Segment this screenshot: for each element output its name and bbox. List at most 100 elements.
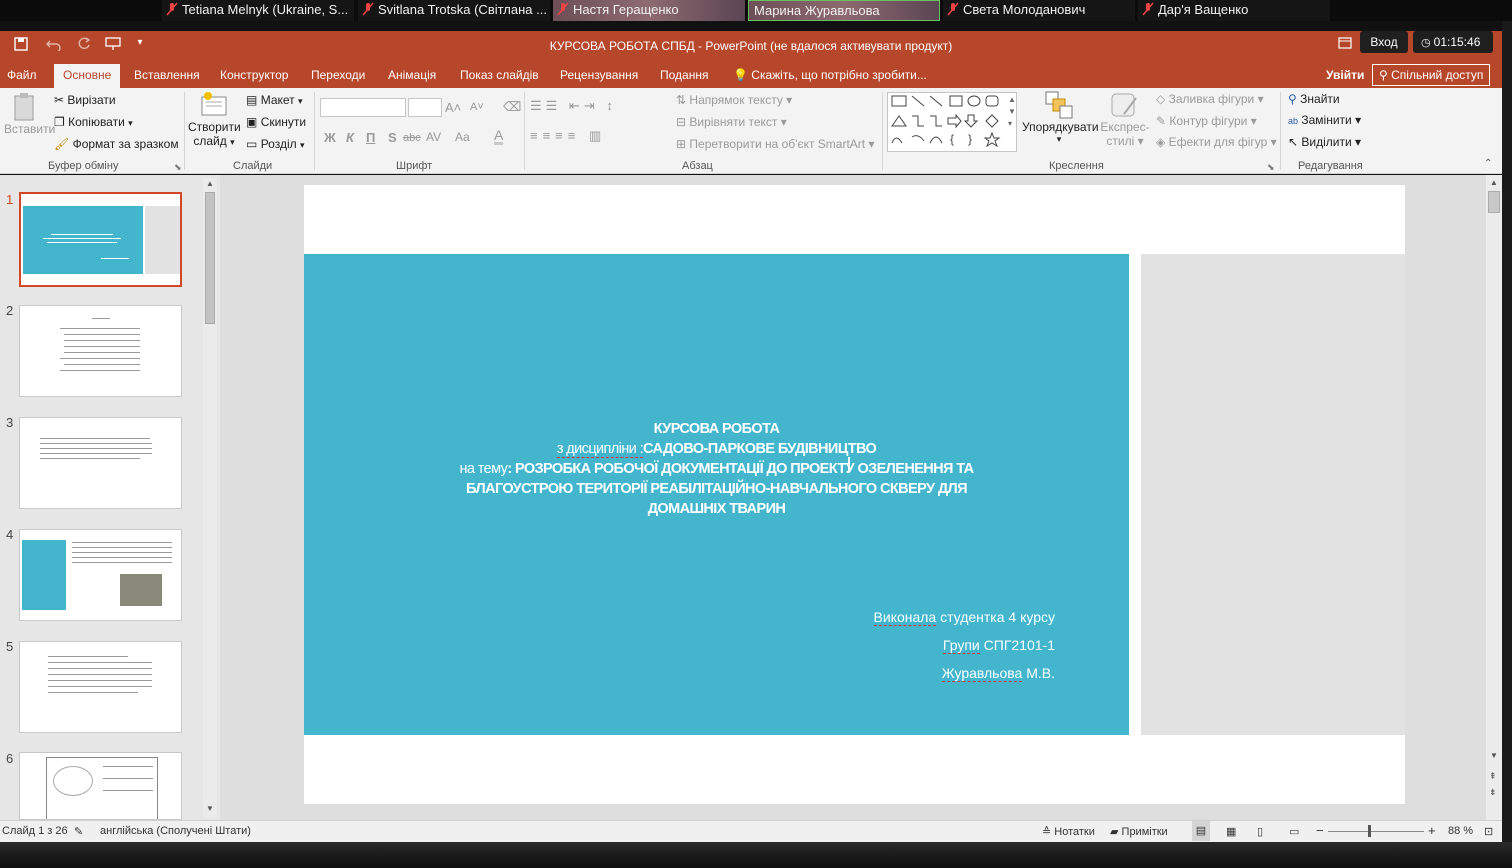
slide-title-line5[interactable]: ДОМАШНІХ ТВАРИН (304, 501, 1129, 517)
scroll-thumb[interactable] (205, 192, 215, 324)
scroll-down-icon[interactable]: ▼ (206, 804, 214, 813)
scroll-down-icon[interactable]: ▼ (1490, 751, 1498, 760)
cut-button[interactable]: ✂ Вирізати (54, 93, 116, 107)
shapes-icon: {} (891, 95, 1001, 148)
slideshow-view-icon[interactable]: ▭ (1289, 825, 1299, 838)
participant-tile[interactable]: Настя Геращенко (553, 0, 745, 21)
shapes-gallery[interactable]: {} (887, 92, 1017, 152)
normal-view-icon[interactable]: ▤ (1192, 821, 1210, 841)
thumb-grey-panel (145, 206, 180, 274)
format-painter-button[interactable]: 🖌 Формат за зразком (54, 137, 179, 151)
slide-thumbnail-4[interactable] (19, 529, 182, 621)
grow-font-button[interactable]: A˄ (445, 100, 461, 115)
underline-button[interactable]: П (366, 130, 375, 145)
dialog-launcher-icon[interactable]: ⬊ (174, 162, 182, 173)
clear-formatting-icon[interactable]: ⌫ (503, 99, 521, 115)
scroll-up-icon[interactable]: ▲ (1490, 178, 1498, 187)
new-slide-button[interactable]: Створити слайд ▾ (188, 90, 241, 148)
list-buttons[interactable]: ☰☰ ⇤⇥ ↕ (530, 98, 617, 114)
participant-tile[interactable]: Tetiana Melnyk (Ukraine, S... (162, 0, 354, 21)
collapse-ribbon-icon[interactable]: ⌃ (1484, 158, 1492, 169)
font-size-combobox[interactable] (408, 98, 442, 117)
slide-thumbnail-1[interactable] (19, 192, 182, 287)
slide-thumbnail-6[interactable] (19, 752, 182, 820)
find-button[interactable]: ⚲ Знайти (1288, 92, 1340, 106)
sign-in-link[interactable]: Увійти (1326, 68, 1364, 82)
next-slide-icon[interactable]: ⇟ (1489, 787, 1497, 798)
alignment-buttons[interactable]: ≡≡≡≡ ▥ (530, 128, 606, 144)
spellcheck-icon[interactable]: ✎ (74, 825, 83, 838)
copy-button[interactable]: ❐ Копіювати ▾ (54, 115, 133, 129)
slide-thumbnail-2[interactable] (19, 305, 182, 397)
reset-button[interactable]: ▣ Скинути (246, 115, 306, 129)
slide-title-line3[interactable]: на тему: РОЗРОБКА РОБОЧОЇ ДОКУМЕНТАЦІЇ Д… (304, 461, 1129, 477)
slide-sorter-icon[interactable]: ▦ (1226, 825, 1236, 838)
font-color-button[interactable]: A (494, 128, 504, 145)
tab-animations[interactable]: Анімація (388, 68, 436, 82)
tab-view[interactable]: Подання (660, 68, 708, 82)
slide-title-line4[interactable]: БЛАГОУСТРОЮ ТЕРИТОРІЇ РЕАБІЛІТАЦІЙНО-НАВ… (304, 481, 1129, 497)
slide-title-line2[interactable]: з дисципліни :САДОВО-ПАРКОВЕ БУДІВНИЦТВО (304, 441, 1129, 458)
italic-button[interactable]: К (346, 130, 354, 145)
participant-tile[interactable]: Света Молоданович (943, 0, 1135, 21)
tab-file[interactable]: Файл (7, 68, 37, 82)
layout-button[interactable]: ▤ Макет ▾ (246, 93, 303, 107)
tab-slideshow[interactable]: Показ слайдів (460, 68, 539, 82)
font-name-combobox[interactable] (320, 98, 406, 117)
tab-home[interactable]: Основне (54, 64, 121, 88)
scroll-up-icon[interactable]: ▲ (206, 179, 214, 188)
tab-review[interactable]: Рецензування (560, 68, 638, 82)
thumbnail-scrollbar[interactable]: ▲ ▼ (203, 178, 217, 818)
smartart-button[interactable]: ⊞ Перетворити на об'єкт SmartArt ▾ (676, 137, 874, 151)
slide-thumbnail-5[interactable] (19, 641, 182, 733)
shape-outline-button[interactable]: ✎ Контур фігури ▾ (1156, 114, 1257, 128)
shape-effects-button[interactable]: ◈ Ефекти для фігур ▾ (1156, 135, 1277, 149)
arrange-button[interactable]: Упорядкувати ▾ (1022, 90, 1099, 145)
section-button[interactable]: ▭ Розділ ▾ (246, 137, 305, 151)
replace-button[interactable]: ab Замінити ▾ (1288, 113, 1361, 127)
scroll-thumb[interactable] (1488, 191, 1500, 213)
shrink-font-button[interactable]: A˅ (470, 101, 484, 113)
slide-thumbnail-3[interactable] (19, 417, 182, 509)
zoom-out-icon[interactable]: − (1316, 823, 1324, 838)
participant-tile-active[interactable]: Марина Журавльова (748, 0, 940, 21)
shadow-button[interactable]: S (388, 130, 397, 145)
author-line3[interactable]: Журавльова М.В. (700, 665, 1055, 682)
char-spacing-button[interactable]: AV (426, 130, 441, 144)
share-button[interactable]: ⚲ Спільний доступ (1372, 64, 1491, 86)
change-case-button[interactable]: Aa (455, 130, 470, 144)
zoom-in-icon[interactable]: + (1428, 823, 1436, 838)
select-button[interactable]: ↖ Виділити ▾ (1288, 135, 1361, 149)
ribbon-display-options-icon[interactable] (1337, 37, 1353, 55)
gallery-scroll-icon[interactable]: ▲ ▼ ▾ (1008, 94, 1016, 130)
zoom-slider-track[interactable] (1328, 831, 1424, 832)
login-button[interactable]: Вход (1360, 31, 1408, 53)
participant-tile[interactable]: Svitlana Trotska (Світлана ... (358, 0, 550, 21)
shape-fill-button[interactable]: ◇ Заливка фігури ▾ (1156, 92, 1264, 106)
paste-button[interactable]: Вставити (4, 92, 55, 136)
tab-design[interactable]: Конструктор (220, 68, 288, 82)
dialog-launcher-icon[interactable]: ⬊ (1267, 162, 1275, 173)
zoom-level[interactable]: 88 % (1448, 825, 1473, 837)
discipline-name: САДОВО-ПАРКОВЕ БУДІВНИЦТВО (643, 441, 877, 457)
tell-me-box[interactable]: 💡 Скажіть, що потрібно зробити... (733, 68, 927, 82)
text-direction-button[interactable]: ⇅ Напрямок тексту ▾ (676, 93, 792, 107)
comments-button[interactable]: ▰ Примітки (1110, 825, 1168, 838)
bold-button[interactable]: Ж (324, 130, 336, 145)
author-line2[interactable]: Групи СПГ2101-1 (700, 637, 1055, 654)
quick-styles-button[interactable]: Експрес- стилі ▾ (1100, 90, 1150, 148)
zoom-slider-thumb[interactable] (1368, 825, 1371, 837)
reading-view-icon[interactable]: ▯ (1257, 825, 1263, 838)
slide-scrollbar[interactable]: ▲ ▼ ⇞ ⇟ (1486, 175, 1502, 820)
slide-title-line1[interactable]: КУРСОВА РОБОТА (304, 421, 1129, 437)
participant-tile[interactable]: Дар'я Ващенко (1138, 0, 1330, 21)
strikethrough-button[interactable]: abc (403, 132, 421, 144)
tab-transitions[interactable]: Переходи (311, 68, 365, 82)
language-indicator[interactable]: англійська (Сполучені Штати) (100, 825, 251, 837)
previous-slide-icon[interactable]: ⇞ (1489, 771, 1497, 782)
notes-button[interactable]: ≙ Нотатки (1042, 825, 1095, 838)
tab-insert[interactable]: Вставлення (134, 68, 200, 82)
author-line1[interactable]: Виконала студентка 4 курсу (700, 609, 1055, 626)
align-text-button[interactable]: ⊟ Вирівняти текст ▾ (676, 115, 787, 129)
fit-to-window-icon[interactable]: ⊡ (1484, 825, 1493, 838)
